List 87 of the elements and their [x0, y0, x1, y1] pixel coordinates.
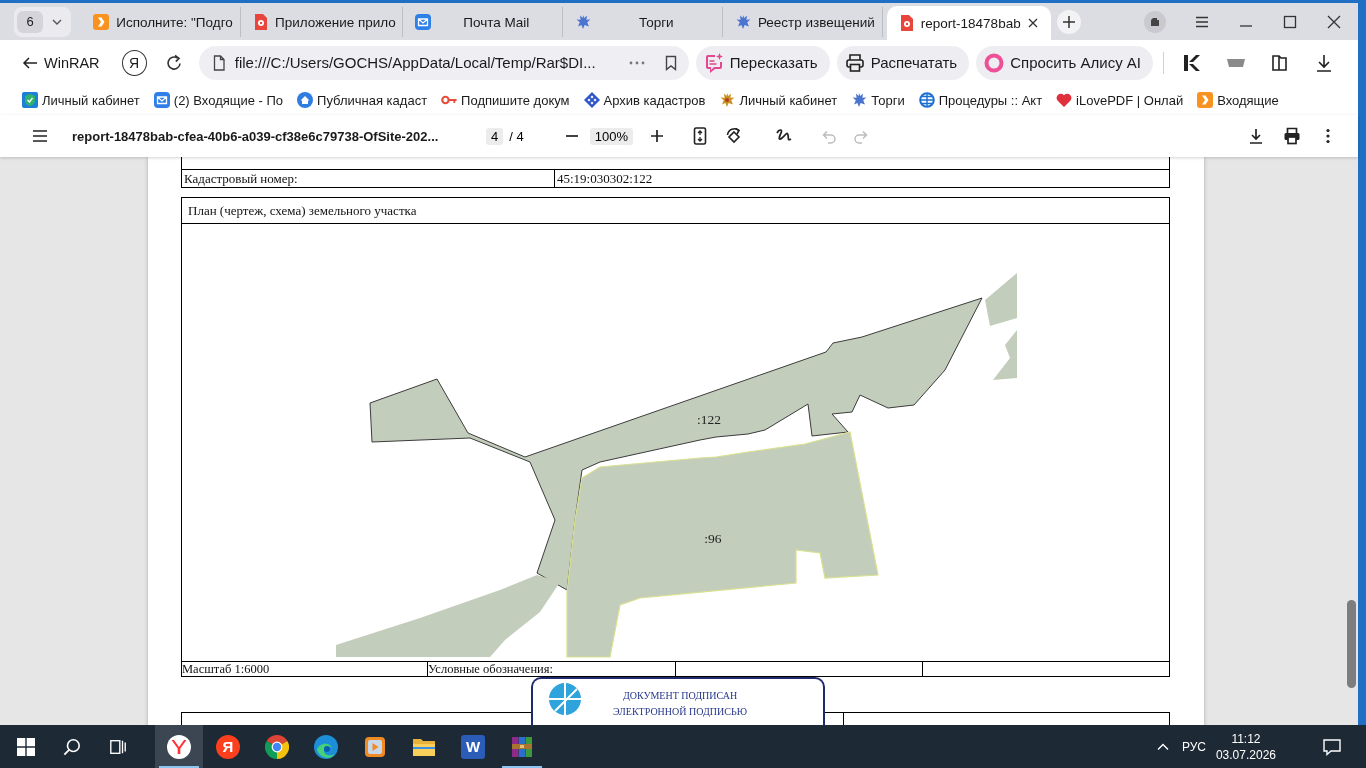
emblem-icon	[851, 92, 868, 108]
bookmark-item[interactable]: Процедуры :: Акт	[918, 92, 1043, 108]
bookmark-item[interactable]: Личный кабинет	[719, 92, 838, 108]
app-tile-icon	[93, 14, 109, 30]
globe-icon	[918, 92, 935, 108]
diamond-grid-icon	[583, 92, 600, 108]
app-tile-icon	[1197, 92, 1214, 108]
table-cell: Кадастровый номер:	[182, 170, 555, 187]
print-button[interactable]: Распечатать	[836, 45, 970, 80]
tab-count: 6	[17, 10, 43, 33]
back-button[interactable]: WinRAR	[22, 54, 100, 71]
taskbar-button[interactable]: W	[449, 725, 497, 768]
download-icon[interactable]	[1314, 52, 1334, 73]
zoom-field[interactable]: 100%	[589, 127, 633, 145]
browser-icon	[265, 734, 289, 759]
envelope-icon	[153, 92, 170, 108]
house-icon	[297, 92, 314, 108]
language-indicator[interactable]: РУС	[1181, 739, 1206, 754]
browser-tab[interactable]: Исполните: "Подго	[81, 7, 241, 37]
close-icon[interactable]	[1026, 17, 1039, 29]
document-icon	[253, 14, 269, 30]
parcel-label: :122	[697, 412, 721, 427]
rotate-icon[interactable]	[724, 127, 743, 145]
parcel-label: :96	[704, 531, 722, 546]
clock-time[interactable]: 11:12	[1231, 730, 1261, 747]
print-icon	[844, 52, 865, 73]
plus-icon[interactable]	[648, 128, 665, 144]
search-icon[interactable]	[63, 737, 81, 756]
browser-tab[interactable]: Торги	[562, 7, 723, 37]
section-title: План (чертеж, схема) земельного участка	[181, 197, 1170, 224]
stamp-text: ЭЛЕКТРОННОЙ ПОДПИСЬЮ	[613, 706, 747, 718]
download-icon[interactable]	[1247, 127, 1265, 145]
media-player-icon	[363, 734, 387, 759]
address-field[interactable]: file:///C:/Users/GOCHS/AppData/Local/Temp/Rar$DI...	[198, 45, 689, 80]
new-tab-button[interactable]	[1056, 9, 1081, 34]
sidebar-icon[interactable]	[1270, 52, 1290, 73]
close-icon[interactable]	[1326, 13, 1342, 30]
task-view-icon[interactable]	[109, 737, 127, 756]
bookmark-item[interactable]: Входящие	[1197, 92, 1279, 108]
clock-date[interactable]: 03.07.2026	[1215, 746, 1276, 763]
retell-button[interactable]: Пересказать	[695, 45, 830, 80]
browser-icon	[314, 734, 338, 759]
browser-tab[interactable]: Реестр извещений	[722, 7, 883, 37]
table-cell: Масштаб 1:6000	[182, 662, 428, 676]
maximize-icon[interactable]	[1282, 13, 1298, 30]
taskbar-button[interactable]: Я	[204, 725, 252, 768]
back-arrow-icon	[22, 54, 38, 71]
logo-icon	[549, 683, 581, 715]
plus-icon	[1061, 14, 1076, 29]
archive-icon	[510, 734, 534, 759]
bookmark-item[interactable]: Подпишите докум	[441, 92, 570, 108]
browser-tab[interactable]: Почта Mail	[402, 7, 563, 37]
document-title: report-18478bab-cfea-40b6-a039-cf38e6c79738-OfSite-202...	[72, 128, 440, 144]
page-count: / 4	[509, 128, 524, 144]
bookmark-item[interactable]: Публичная кадаст	[297, 92, 428, 108]
reload-icon[interactable]	[164, 53, 183, 72]
envelope-icon	[414, 14, 431, 30]
table-cell-text: 45:19:030302:122	[556, 170, 654, 187]
browser-tab[interactable]: Приложение прило	[241, 7, 403, 37]
table-cell: Условные обозначения:	[428, 662, 676, 676]
bookmark-item[interactable]: iLovePDF | Онлай	[1056, 92, 1184, 108]
stamp-text: ДОКУМЕНТ ПОДПИСАН	[622, 690, 738, 702]
land-parcel	[993, 330, 1017, 380]
taskbar-button[interactable]	[155, 725, 203, 768]
menu-icon[interactable]	[31, 127, 49, 145]
sparkle-chat-icon	[703, 52, 724, 73]
emblem-icon	[719, 92, 736, 108]
scrollbar-thumb[interactable]	[1346, 600, 1356, 688]
start-icon[interactable]	[17, 737, 35, 756]
browser-icon	[167, 734, 191, 759]
notification-icon[interactable]	[1322, 736, 1342, 757]
land-parcel	[985, 273, 1017, 326]
bookmark-item[interactable]: (2) Входящие - По	[153, 92, 284, 108]
print-icon[interactable]	[1283, 127, 1301, 145]
assistant-button[interactable]: Спросить Алису AI	[976, 45, 1154, 80]
bookmark-item[interactable]: Торги	[851, 92, 905, 108]
extension-icon[interactable]	[1182, 52, 1202, 73]
ring-icon	[984, 52, 1005, 73]
browser-tab[interactable]: report-18478bab	[886, 6, 1051, 40]
bookmark-item[interactable]: Личный кабинет	[22, 92, 140, 108]
tab-group-button[interactable]: 6	[14, 6, 71, 37]
profile-icon[interactable]	[1144, 10, 1166, 33]
shield-icon	[22, 92, 38, 108]
bookmark-item[interactable]: Архив кадастров	[583, 92, 706, 108]
heart-icon	[1056, 92, 1073, 108]
document-icon	[898, 15, 915, 31]
page-number-field[interactable]: 4	[486, 127, 504, 145]
